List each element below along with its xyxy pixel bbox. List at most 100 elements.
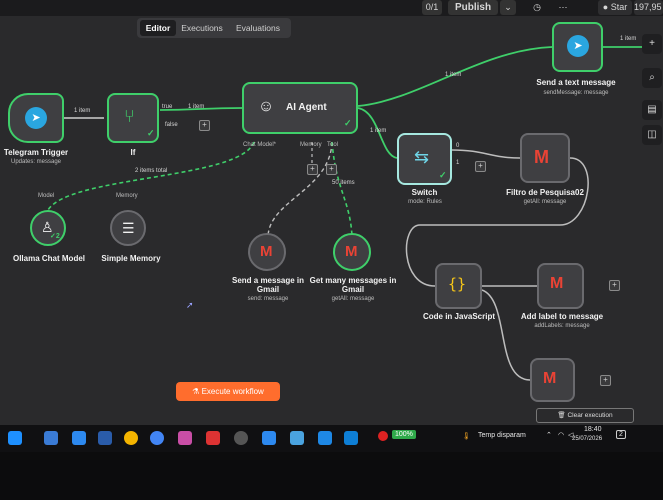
switch-icon: ⇆ bbox=[414, 147, 430, 167]
node-send-text-message[interactable]: ➤ bbox=[552, 22, 603, 72]
edge-tool-send-gmail bbox=[267, 141, 333, 237]
node-title-filtro: Filtro de Pesquisa02 bbox=[506, 188, 584, 197]
taskbar-app-icon[interactable] bbox=[344, 431, 358, 445]
github-star-button[interactable]: ● Star bbox=[598, 0, 632, 15]
node-send-gmail[interactable]: M bbox=[248, 233, 286, 271]
notification-badge[interactable]: 2 bbox=[616, 430, 626, 439]
trash-icon: 🗑 bbox=[557, 412, 568, 419]
node-title-switch: Switch bbox=[411, 188, 438, 197]
publish-menu-chevron-icon[interactable]: ⌄ bbox=[500, 0, 516, 15]
taskbar-app-icon[interactable] bbox=[98, 431, 112, 445]
node-sub-add-label: addLabels: message bbox=[534, 323, 590, 329]
node-title-ollama: Ollama Chat Model bbox=[12, 254, 85, 263]
node-filtro-pesquisa[interactable]: M bbox=[520, 133, 570, 183]
weather-text: Temp disparam bbox=[478, 432, 526, 439]
clock-date: 25/07/2026 bbox=[572, 436, 603, 442]
google-icon[interactable] bbox=[150, 431, 164, 445]
success-check-icon: ✓ bbox=[344, 118, 352, 128]
telegram-icon: ➤ bbox=[25, 107, 47, 129]
add-node-button[interactable]: + bbox=[642, 34, 662, 54]
taskbar-app-icon[interactable] bbox=[178, 431, 192, 445]
tab-evaluations[interactable]: Evaluations bbox=[228, 20, 288, 36]
execution-counter: 0/1 bbox=[422, 0, 442, 15]
node-telegram-trigger[interactable]: ➤ bbox=[8, 93, 64, 143]
execute-workflow-button[interactable]: ⚗ Execute workflow bbox=[176, 382, 280, 401]
tray-chevron-icon[interactable]: ⌃ bbox=[546, 431, 552, 439]
port-memory: Memory bbox=[300, 142, 322, 148]
node-sub-send-gmail: send: message bbox=[247, 296, 289, 302]
robot-icon: ☺ bbox=[257, 98, 275, 115]
flask-icon: ⚗ bbox=[192, 387, 202, 396]
node-sub-telegram: Updates: message bbox=[10, 159, 62, 165]
taskbar-app-icon[interactable] bbox=[290, 431, 304, 445]
node-ai-agent[interactable]: ☺ AI Agent ✓ bbox=[242, 82, 358, 134]
edge-label-send-out: 1 item bbox=[620, 36, 637, 42]
edge-label-if-agent: 1 item bbox=[188, 104, 205, 110]
add-memory-button[interactable]: + bbox=[307, 164, 318, 175]
chrome-icon[interactable] bbox=[124, 431, 138, 445]
node-sub-send-text: sendMessage: message bbox=[543, 90, 609, 96]
edge-label-false: false bbox=[165, 122, 178, 128]
taskbar-app-icon[interactable] bbox=[318, 431, 332, 445]
edge-label-agent-send: 1 item bbox=[445, 72, 462, 78]
switch-output-0: 0 bbox=[456, 143, 460, 149]
windows-taskbar: 100% 🌡 Temp disparam ⌃ ◠ ◁ 18:40 25/07/2… bbox=[0, 425, 663, 452]
node-title-telegram: Telegram Trigger bbox=[3, 148, 69, 157]
if-branch-icon: ⑂ bbox=[124, 106, 135, 126]
node-title-send-gmail: Send a message in Gmail bbox=[231, 276, 305, 294]
node-title-send-text: Send a text message bbox=[536, 78, 616, 87]
sticky-note-icon[interactable]: ▤ bbox=[642, 100, 662, 120]
node-title-code: Code in JavaScript bbox=[422, 312, 496, 321]
add-false-branch-button[interactable]: + bbox=[199, 120, 210, 131]
add-switch-output-button[interactable]: + bbox=[475, 161, 486, 172]
add-after-label-button[interactable]: + bbox=[609, 280, 620, 291]
node-if[interactable]: ⑂ ✓ bbox=[107, 93, 159, 143]
add-tool-button[interactable]: + bbox=[326, 164, 337, 175]
node-gmail-last[interactable]: M bbox=[530, 358, 575, 402]
panel-toggle-icon[interactable]: ◫ bbox=[642, 125, 662, 145]
node-code-javascript[interactable]: {} bbox=[435, 263, 482, 309]
node-title-if: If bbox=[130, 148, 136, 157]
gmail-icon: M bbox=[543, 370, 557, 387]
more-options-icon[interactable]: ⋯ bbox=[556, 0, 570, 15]
telegram-icon: ➤ bbox=[567, 35, 589, 57]
search-icon[interactable]: ⌕ bbox=[642, 68, 662, 88]
add-after-last-button[interactable]: + bbox=[600, 375, 611, 386]
history-icon[interactable]: ◷ bbox=[530, 0, 544, 15]
tab-editor[interactable]: Editor bbox=[140, 20, 176, 36]
memory-top-label: Memory bbox=[116, 193, 138, 199]
node-title-add-label: Add label to message bbox=[520, 312, 604, 321]
edge-label-tool-items: 50 items bbox=[332, 180, 355, 186]
wifi-icon: ◠ bbox=[558, 432, 565, 439]
thermometer-icon: 🌡 bbox=[462, 433, 471, 440]
publish-button[interactable]: Publish bbox=[448, 0, 498, 15]
record-icon[interactable] bbox=[378, 431, 388, 441]
view-tabs: Editor Executions Evaluations bbox=[137, 18, 291, 38]
edge-tool-get-gmail bbox=[331, 141, 353, 237]
top-bar: 0/1 Publish ⌄ ◷ ⋯ ● Star 197,95 bbox=[0, 0, 663, 16]
success-check-icon: ✓ bbox=[439, 170, 447, 180]
port-tool: Tool bbox=[327, 142, 339, 148]
taskbar-app-icon[interactable] bbox=[206, 431, 220, 445]
chatgpt-icon[interactable] bbox=[234, 431, 248, 445]
taskbar-app-icon[interactable] bbox=[44, 431, 58, 445]
node-sub-switch: mode: Rules bbox=[408, 199, 442, 205]
node-get-gmail[interactable]: M bbox=[333, 233, 371, 271]
battery-indicator: 100% bbox=[392, 430, 416, 439]
node-title-memory: Simple Memory bbox=[101, 254, 161, 263]
clock-time: 18:40 bbox=[584, 426, 602, 433]
clear-execution-button[interactable]: 🗑 Clear execution bbox=[536, 408, 634, 423]
node-sub-get-gmail: getAll: message bbox=[331, 296, 375, 302]
clear-label: Clear execution bbox=[567, 412, 613, 419]
node-sub-filtro: getAll: message bbox=[523, 199, 567, 205]
windows-start-icon[interactable] bbox=[8, 431, 22, 445]
node-simple-memory[interactable]: ☰ bbox=[110, 210, 146, 246]
star-count: 197,95 bbox=[634, 0, 663, 15]
taskbar-app-icon[interactable] bbox=[72, 431, 86, 445]
taskbar-app-icon[interactable] bbox=[262, 431, 276, 445]
gmail-icon: M bbox=[260, 243, 273, 260]
node-ollama-chat-model[interactable]: ♙ ✓2 bbox=[30, 210, 66, 246]
node-switch[interactable]: ⇆ ✓ bbox=[397, 133, 452, 185]
tab-executions[interactable]: Executions bbox=[178, 20, 226, 36]
node-add-label[interactable]: M bbox=[537, 263, 584, 309]
